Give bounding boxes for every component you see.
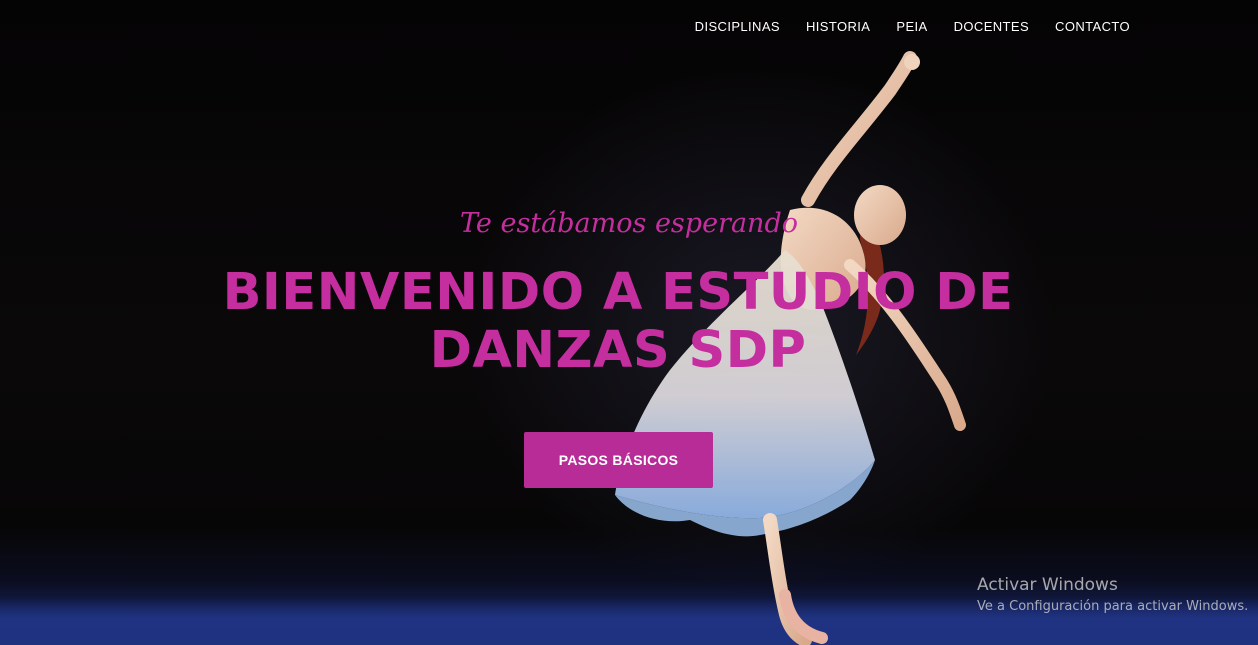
nav-link-disciplinas[interactable]: DISCIPLINAS [695, 19, 780, 34]
hero-section: DISCIPLINAS HISTORIA PEIA DOCENTES CONTA… [0, 0, 1258, 645]
hero-headline-line1: BIENVENIDO A ESTUDIO DE [222, 263, 1014, 322]
nav-link-historia[interactable]: HISTORIA [806, 19, 870, 34]
nav-link-peia[interactable]: PEIA [896, 19, 927, 34]
nav-link-contacto[interactable]: CONTACTO [1055, 19, 1130, 34]
hero-subtitle: Te estábamos esperando [460, 208, 798, 239]
main-nav: DISCIPLINAS HISTORIA PEIA DOCENTES CONTA… [695, 19, 1130, 34]
watermark-title: Activar Windows [977, 575, 1118, 595]
hero-headline-line2: DANZAS SDP [429, 321, 807, 380]
nav-link-docentes[interactable]: DOCENTES [954, 19, 1029, 34]
basic-steps-button[interactable]: PASOS BÁSICOS [524, 432, 713, 488]
watermark-subtitle: Ve a Configuración para activar Windows. [977, 599, 1249, 614]
hero-headline: BIENVENIDO A ESTUDIO DE DANZAS SDP [150, 264, 1086, 380]
windows-activation-watermark: Activar Windows Ve a Configuración para … [977, 574, 1248, 618]
